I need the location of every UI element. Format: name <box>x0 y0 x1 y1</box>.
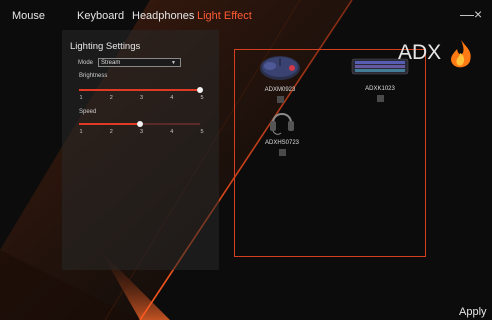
scale-tick-label: 4 <box>170 129 174 135</box>
device-headset[interactable]: ADXHS0723 <box>256 105 308 156</box>
tab-headphones[interactable]: Headphones <box>132 10 194 22</box>
scale-tick-label: 2 <box>109 95 113 101</box>
device-mouse[interactable]: ADXM0923 <box>254 54 306 103</box>
scale-tick-label: 5 <box>200 95 204 101</box>
tab-light-effect[interactable]: Light Effect <box>197 10 252 22</box>
device-checkbox[interactable] <box>276 96 284 103</box>
scale-tick-label: 4 <box>170 95 174 101</box>
title-bar: Mouse Keyboard Headphones Light Effect —… <box>0 0 492 30</box>
scale-tick-label: 3 <box>139 95 144 101</box>
brightness-scale: 1 2 3 4 5 <box>79 95 207 103</box>
scale-tick-label: 1 <box>79 129 83 135</box>
minimize-button[interactable]: — <box>460 6 474 22</box>
tab-mouse[interactable]: Mouse <box>12 10 45 22</box>
apply-button[interactable]: Apply <box>459 306 487 318</box>
scale-tick-label: 2 <box>109 129 113 135</box>
brightness-slider-fill <box>79 89 200 91</box>
speed-label: Speed <box>79 109 97 115</box>
headset-icon <box>270 113 294 135</box>
app-window: Mouse Keyboard Headphones Light Effect —… <box>0 0 492 320</box>
mode-dropdown[interactable]: Stream ▼ <box>98 58 181 67</box>
speed-slider-fill <box>79 123 140 125</box>
device-name: ADXK1023 <box>365 86 395 92</box>
brightness-slider[interactable] <box>79 87 203 93</box>
brightness-slider-handle[interactable] <box>197 87 203 93</box>
device-checkbox[interactable] <box>376 95 384 102</box>
speed-scale: 1 2 3 4 5 <box>79 129 207 137</box>
close-button[interactable]: × <box>474 6 482 22</box>
mouse-icon <box>260 56 300 80</box>
tab-keyboard[interactable]: Keyboard <box>77 10 124 22</box>
mode-value: Stream <box>101 60 121 66</box>
device-checkbox[interactable] <box>278 149 286 156</box>
mode-label: Mode <box>78 60 94 66</box>
device-name: ADXHS0723 <box>264 140 300 146</box>
chevron-down-icon: ▼ <box>171 60 176 66</box>
scale-tick-label: 5 <box>200 129 204 135</box>
panel-title: Lighting Settings <box>70 41 141 52</box>
scale-tick-label: 3 <box>139 129 144 135</box>
lighting-settings-panel: Lighting Settings Mode Stream ▼ Brightne… <box>62 30 219 270</box>
scale-tick-label: 1 <box>79 95 83 101</box>
brand-logo: ADX <box>398 37 474 73</box>
device-name: ADXM0923 <box>264 87 296 93</box>
flame-icon <box>451 40 471 68</box>
logo-text: ADX <box>398 41 442 64</box>
speed-slider-handle[interactable] <box>136 121 143 127</box>
brightness-label: Brightness <box>79 73 108 79</box>
speed-slider[interactable] <box>79 121 200 127</box>
